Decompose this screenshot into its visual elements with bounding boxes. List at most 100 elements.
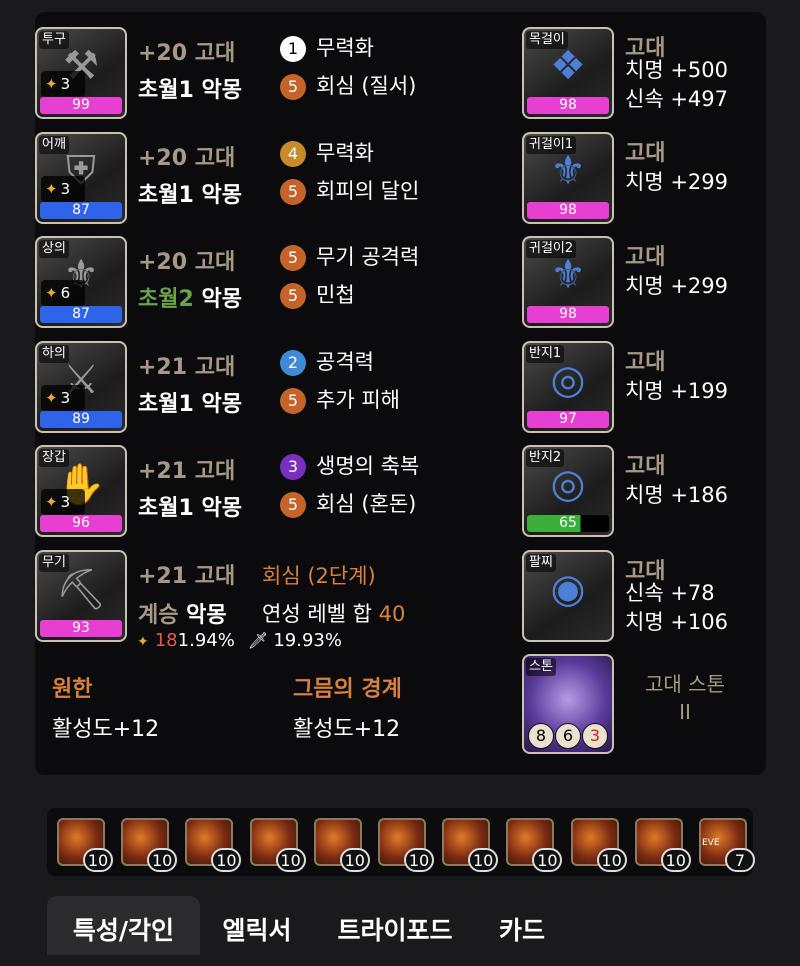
tab-elixir[interactable]: 엘릭서 — [207, 896, 307, 955]
accessory-grade: 고대 — [625, 349, 666, 375]
equipment-slot[interactable]: ⛨ 어깨 ✦ 3 87 — [35, 131, 127, 224]
accessory-slot[interactable]: ⚜ 귀걸이1 98 — [522, 131, 614, 224]
flame-icon: ✦ — [45, 493, 58, 511]
gem[interactable]: 10 — [634, 818, 691, 872]
set-info: 초월1 악몽 — [138, 72, 242, 104]
accessory-grade: 고대 — [625, 140, 666, 166]
accessory-slot[interactable]: ◉ 팔찌 — [522, 549, 614, 642]
accessory-stat: 신속 +497 — [625, 87, 728, 111]
level-value: 3 — [60, 75, 71, 93]
honing-level: +21 고대 — [138, 459, 236, 484]
transcend-level: ✦ 6 — [41, 280, 85, 306]
engraving-level-badge: 5 — [280, 178, 306, 205]
gem[interactable]: 10 — [249, 818, 306, 872]
set-name: 악몽 — [201, 78, 242, 103]
engraving-name: 추가 피해 — [316, 387, 400, 412]
stone-grade-label: 고대 스톤 — [645, 672, 725, 696]
transcend-level: ✦ 3 — [41, 175, 85, 202]
transcend-level: ✦ 3 — [41, 489, 85, 515]
engraving-name: 회피의 달인 — [316, 178, 420, 203]
equipment-slot[interactable]: ⚒ 투구 ✦ 3 99 — [35, 27, 127, 119]
stone-engraving-1: 8 — [528, 723, 554, 749]
accessory-slot[interactable]: ❖ 목걸이 98 — [522, 27, 614, 119]
set-prefix: 초월1 — [138, 78, 194, 103]
equipment-slot[interactable]: ⚔ 하의 ✦ 3 89 — [35, 340, 127, 433]
engraving-level-badge: 2 — [280, 349, 306, 376]
weapon-slot[interactable]: ⛏ 무기 93 — [35, 550, 127, 642]
weapon-set: 계승 악몽 — [138, 597, 227, 629]
quality-bar: 87 — [40, 201, 122, 219]
quality-bar: 99 — [40, 97, 122, 114]
set-info: 초월1 악몽 — [138, 386, 242, 418]
tab-tripod[interactable]: 트라이포드 — [325, 896, 465, 955]
engraving-effect: 5 추가 피해 — [280, 386, 400, 414]
engraving-level-badge: 5 — [280, 492, 306, 518]
stone-grade: 고대 스톤 II — [625, 670, 745, 726]
slot-label: 반지1 — [526, 344, 565, 363]
engraving-name: 회심 (혼돈) — [316, 492, 417, 516]
quality-bar: 96 — [40, 515, 122, 532]
tab-card[interactable]: 카드 — [487, 896, 557, 955]
engraving-effect: 1 무력화 — [280, 34, 374, 62]
gem[interactable]: 10 — [57, 818, 113, 872]
honing-level: +21 고대 — [138, 354, 236, 380]
gem[interactable]: 10 — [378, 818, 434, 872]
set-name: 악몽 — [201, 391, 242, 417]
accessory-stat: 치명 +199 — [625, 378, 728, 403]
engraving-effect: 5 회피의 달인 — [280, 177, 419, 205]
gem-level: 10 — [660, 848, 691, 872]
engraving-name: 무기 공격력 — [316, 245, 420, 269]
bracelet-effect-name: 원한 — [52, 677, 93, 702]
accessory-grade: 고대 — [625, 454, 666, 479]
gem-level: 10 — [468, 848, 499, 872]
engraving-effect: 5 회심 (혼돈) — [280, 490, 416, 518]
accessory-slot[interactable]: ⚜ 귀걸이2 98 — [522, 236, 614, 328]
gem[interactable]: 10 — [185, 818, 242, 872]
stat1-num: 18 — [154, 630, 178, 651]
gem[interactable]: 10 — [442, 818, 499, 872]
gem-level: 10 — [339, 848, 370, 872]
tab-engraving[interactable]: 특성/각인 — [47, 896, 200, 955]
engraving-level-badge: 1 — [280, 36, 306, 62]
set-name: 악몽 — [201, 287, 242, 312]
engraving-name: 무력화 — [316, 140, 374, 165]
ability-stone-slot[interactable]: 스톤 8 6 3 — [522, 654, 614, 754]
equipment-slot[interactable]: ⚜ 상의 ✦ 6 87 — [35, 236, 127, 328]
equipment-slot[interactable]: ✋ 장갑 ✦ 3 96 — [35, 445, 127, 537]
gem-level: 7 — [725, 848, 755, 872]
stat1-pct: 1.94% — [177, 630, 235, 651]
engraving-level-badge: 5 — [280, 74, 306, 100]
bracelet-effect-value: 활성도+12 — [52, 717, 160, 742]
gem[interactable]: 10 — [313, 818, 370, 872]
engraving-level-badge: 4 — [280, 140, 306, 167]
slot-label: 무기 — [39, 554, 69, 572]
engraving-level-badge: 5 — [280, 387, 306, 414]
level-value: 3 — [60, 179, 71, 198]
level-value: 3 — [60, 493, 71, 511]
set-name: 악몽 — [201, 182, 242, 208]
flame-icon: ✦ — [45, 388, 58, 407]
flame-icon: ✦ — [45, 284, 58, 302]
gem-level: 10 — [147, 848, 178, 872]
bracelet-effect-value: 활성도+12 — [293, 717, 401, 742]
gem[interactable]: 10 — [506, 818, 563, 872]
level-value: 3 — [60, 388, 71, 407]
gem[interactable]: 10 — [121, 818, 178, 872]
set-prefix: 계승 — [138, 603, 179, 628]
set-info: 초월1 악몽 — [138, 490, 242, 522]
set-prefix: 초월1 — [138, 391, 194, 417]
refine-total-value: 40 — [378, 602, 406, 626]
flame-icon: ✦ — [45, 179, 58, 198]
flame-icon: ✦ — [137, 634, 149, 650]
accessory-stat: 치명 +299 — [625, 169, 728, 194]
stone-engraving-penalty: 3 — [582, 723, 608, 749]
engraving-level-badge: 5 — [280, 245, 306, 271]
engraving-level-badge: 5 — [280, 283, 306, 309]
gem[interactable]: 10 — [570, 818, 627, 872]
engraving-effect: 5 민첩 — [280, 281, 355, 309]
gem[interactable]: EVE 7 — [699, 818, 755, 872]
quality-bar: 93 — [40, 620, 122, 637]
engraving-name: 생명의 축복 — [316, 454, 420, 478]
accessory-slot[interactable]: ◎ 반지1 97 — [522, 340, 614, 433]
accessory-slot[interactable]: ◎ 반지2 65 — [522, 445, 614, 537]
